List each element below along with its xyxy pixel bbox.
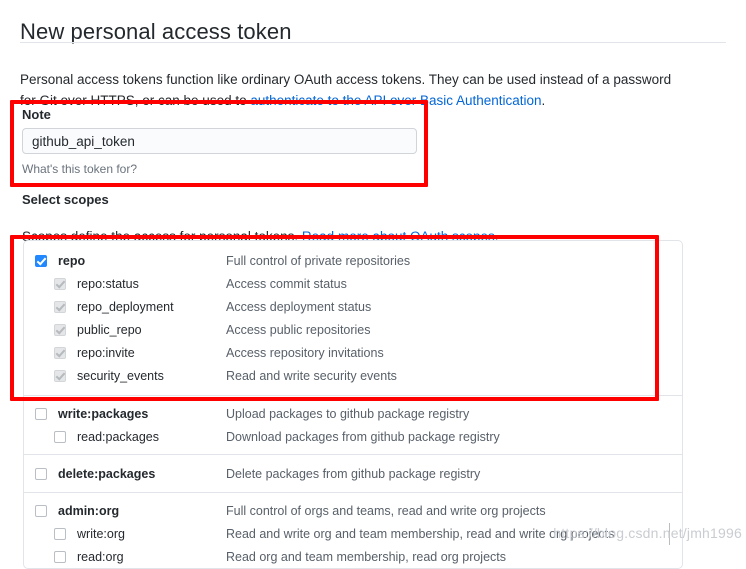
intro-paragraph: Personal access tokens function like ord…: [20, 69, 690, 111]
scope-row[interactable]: public_repo Access public repositories: [24, 318, 682, 341]
scope-row[interactable]: repo:invite Access repository invitations: [24, 341, 682, 364]
note-input[interactable]: [22, 128, 417, 154]
scope-row[interactable]: repo Full control of private repositories: [24, 249, 682, 272]
scope-name: read:org: [77, 549, 124, 564]
checkbox-public_repo: [54, 323, 66, 336]
scope-description: Download packages from github package re…: [226, 429, 500, 444]
scope-description: Access deployment status: [226, 299, 372, 314]
checkbox-repo:status: [54, 277, 66, 290]
scope-name: write:org: [77, 526, 125, 541]
scope-description: Read and write security events: [226, 368, 397, 383]
scope-name: repo_deployment: [77, 299, 174, 314]
scope-name: repo: [58, 253, 86, 268]
checkbox-admin:org[interactable]: [35, 504, 47, 517]
checkbox-delete:packages[interactable]: [35, 467, 47, 480]
scope-description: Read org and team membership, read org p…: [226, 549, 507, 564]
select-scopes-heading: Select scopes: [22, 192, 109, 207]
scope-description: Full control of orgs and teams, read and…: [226, 503, 546, 518]
scope-name: read:packages: [77, 429, 160, 444]
watermark: https://blog.csdn.net/jmh1996: [553, 525, 742, 541]
scope-row[interactable]: read:packages Download packages from gith…: [24, 425, 682, 448]
scope-name: public_repo: [77, 322, 142, 337]
checkbox-repo[interactable]: [35, 254, 47, 267]
scope-row[interactable]: read:org Read org and team membership, re…: [24, 545, 682, 568]
scope-row[interactable]: admin:org Full control of orgs and teams,…: [24, 499, 682, 522]
checkbox-repo_deployment: [54, 300, 66, 313]
checkbox-read:packages[interactable]: [54, 430, 66, 443]
scope-description: Delete packages from github package regi…: [226, 466, 481, 481]
intro-text-after: .: [541, 92, 546, 108]
scope-description: Access public repositories: [226, 322, 371, 337]
scopes-card: repo Full control of private repositories…: [23, 240, 683, 569]
checkbox-repo:invite: [54, 346, 66, 359]
scope-row[interactable]: write:packages Upload packages to github …: [24, 402, 682, 425]
scope-group-delete-packages: delete:packages Delete packages from gith…: [24, 462, 682, 493]
note-hint: What's this token for?: [22, 162, 138, 176]
checkbox-read:org[interactable]: [54, 550, 66, 563]
basic-authentication-link[interactable]: authenticate to the API over Basic Authe…: [250, 93, 541, 108]
note-label: Note: [22, 107, 51, 122]
scope-row[interactable]: repo_deployment Access deployment status: [24, 295, 682, 318]
scope-description: Access commit status: [226, 276, 347, 291]
scope-name: admin:org: [58, 503, 120, 518]
scope-group-packages: write:packages Upload packages to github …: [24, 402, 682, 455]
scope-group-repo: repo Full control of private repositories…: [24, 249, 682, 396]
scope-name: repo:status: [77, 276, 139, 291]
scope-row[interactable]: security_events Read and write security e…: [24, 364, 682, 387]
scope-description: Full control of private repositories: [226, 253, 411, 268]
scope-name: repo:invite: [77, 345, 135, 360]
title-divider: [20, 42, 726, 43]
new-personal-access-token-page: New personal access token Personal acces…: [0, 0, 746, 569]
scope-name: security_events: [77, 368, 164, 383]
checkbox-security_events: [54, 369, 66, 382]
checkbox-write:packages[interactable]: [35, 407, 47, 420]
scope-row[interactable]: delete:packages Delete packages from gith…: [24, 462, 682, 485]
checkbox-write:org[interactable]: [54, 527, 66, 540]
scope-name: delete:packages: [58, 466, 156, 481]
scope-description: Access repository invitations: [226, 345, 384, 360]
scope-row[interactable]: repo:status Access commit status: [24, 272, 682, 295]
scope-name: write:packages: [58, 406, 149, 421]
scope-description: Upload packages to github package regist…: [226, 406, 470, 421]
